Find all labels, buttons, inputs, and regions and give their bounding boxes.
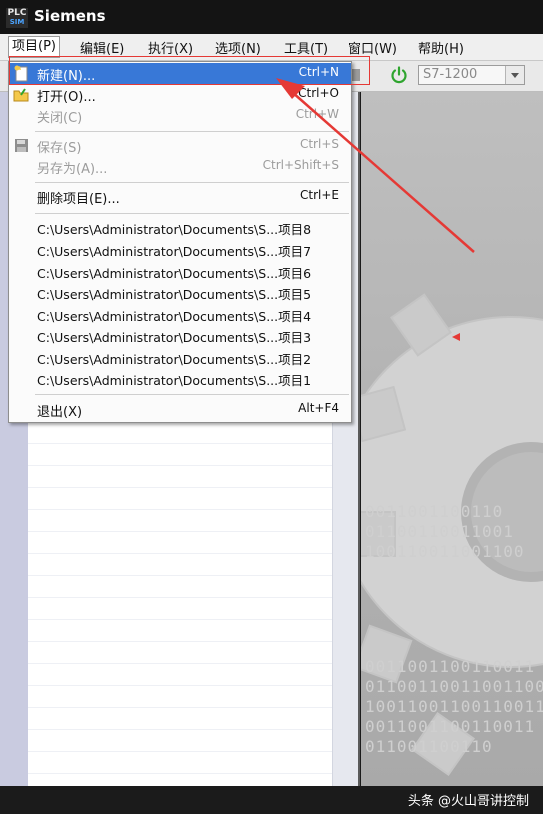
recent-project-path: C:\Users\Administrator\Documents\S...项目7 bbox=[37, 244, 312, 259]
cpu-type-select[interactable]: S7-1200 bbox=[418, 65, 525, 85]
watermark-text: 头条 @火山哥讲控制 bbox=[407, 794, 529, 809]
menu-item-open[interactable]: 打开(O)... Ctrl+O bbox=[9, 84, 351, 105]
menu-item-label: 关闭(C) bbox=[37, 111, 83, 126]
menu-item-label: 保存(S) bbox=[37, 141, 82, 156]
recent-project-path: C:\Users\Administrator\Documents\S...项目1 bbox=[37, 373, 312, 388]
app-title: Siemens bbox=[34, 7, 106, 25]
logo-text-bottom: SIM bbox=[9, 18, 25, 26]
recent-project-item[interactable]: C:\Users\Administrator\Documents\S...项目3 bbox=[9, 325, 351, 346]
recent-project-path: C:\Users\Administrator\Documents\S...项目3 bbox=[37, 330, 312, 345]
binary-text: 0011001100110011 bbox=[365, 657, 536, 676]
recent-project-path: C:\Users\Administrator\Documents\S...项目2 bbox=[37, 352, 312, 367]
menu-project[interactable]: 项目(P) bbox=[8, 36, 60, 58]
menu-item-save[interactable]: 保存(S) Ctrl+S bbox=[9, 135, 351, 156]
menu-separator bbox=[35, 394, 349, 395]
recent-project-item[interactable]: C:\Users\Administrator\Documents\S...项目4 bbox=[9, 304, 351, 325]
menu-separator bbox=[35, 131, 349, 132]
power-icon[interactable] bbox=[390, 66, 408, 84]
recent-project-path: C:\Users\Administrator\Documents\S...项目4 bbox=[37, 309, 312, 324]
binary-text: 011001100110 bbox=[365, 737, 493, 756]
menu-separator bbox=[35, 213, 349, 214]
menu-window[interactable]: 窗口(W) bbox=[348, 38, 397, 57]
recent-project-item[interactable]: C:\Users\Administrator\Documents\S...项目6 bbox=[9, 261, 351, 282]
title-bar: PLC SIM Siemens bbox=[0, 0, 543, 34]
binary-text: 100110011001100 bbox=[365, 542, 525, 561]
open-folder-icon bbox=[13, 88, 29, 102]
annotation-highlight-box bbox=[9, 56, 370, 85]
menu-item-close[interactable]: 关闭(C) Ctrl+W bbox=[9, 105, 351, 126]
menu-item-delete-project[interactable]: 删除项目(E)... Ctrl+E bbox=[9, 186, 351, 207]
recent-project-item[interactable]: C:\Users\Administrator\Documents\S...项目7 bbox=[9, 239, 351, 260]
binary-text: 10011001100110011 bbox=[365, 697, 543, 716]
recent-project-item[interactable]: C:\Users\Administrator\Documents\S...项目5 bbox=[9, 282, 351, 303]
menu-run[interactable]: 执行(X) bbox=[148, 38, 193, 57]
bottom-bar: 头条 @火山哥讲控制 bbox=[0, 786, 543, 814]
project-menu-dropdown: 新建(N)... Ctrl+N 打开(O)... Ctrl+O 关闭(C) Ct… bbox=[8, 61, 352, 423]
recent-project-item[interactable]: C:\Users\Administrator\Documents\S...项目2 bbox=[9, 347, 351, 368]
menu-tools[interactable]: 工具(T) bbox=[284, 38, 328, 57]
menu-item-shortcut: Ctrl+W bbox=[295, 107, 339, 121]
menu-help[interactable]: 帮助(H) bbox=[418, 38, 464, 57]
menu-options[interactable]: 选项(N) bbox=[215, 38, 261, 57]
menu-item-label: 另存为(A)... bbox=[37, 162, 108, 177]
chevron-down-icon[interactable] bbox=[505, 66, 524, 84]
cpu-type-value: S7-1200 bbox=[423, 67, 478, 82]
menu-item-save-as[interactable]: 另存为(A)... Ctrl+Shift+S bbox=[9, 156, 351, 177]
workspace-background: 0011001100110 01100110011001 10011001100… bbox=[361, 92, 543, 786]
menu-edit[interactable]: 编辑(E) bbox=[80, 38, 124, 57]
recent-project-item[interactable]: C:\Users\Administrator\Documents\S...项目1 bbox=[9, 368, 351, 389]
binary-text: 0011001100110011 bbox=[365, 717, 536, 736]
menu-item-shortcut: Ctrl+E bbox=[300, 188, 339, 202]
recent-project-path: C:\Users\Administrator\Documents\S...项目6 bbox=[37, 266, 312, 281]
binary-text: 0011001100110 bbox=[365, 502, 504, 521]
menu-item-exit[interactable]: 退出(X) Alt+F4 bbox=[9, 399, 351, 420]
menu-item-shortcut: Alt+F4 bbox=[298, 401, 339, 415]
recent-project-item[interactable]: C:\Users\Administrator\Documents\S...项目8 bbox=[9, 217, 351, 238]
logo-text-top: PLC bbox=[7, 8, 27, 18]
menu-item-label: 退出(X) bbox=[37, 405, 83, 420]
menu-item-label: 删除项目(E)... bbox=[37, 192, 120, 207]
menu-item-shortcut: Ctrl+O bbox=[298, 86, 339, 100]
recent-project-path: C:\Users\Administrator\Documents\S...项目5 bbox=[37, 287, 312, 302]
menu-item-shortcut: Ctrl+S bbox=[299, 137, 339, 151]
menu-item-shortcut: Ctrl+Shift+S bbox=[262, 158, 339, 172]
menu-separator bbox=[35, 182, 349, 183]
save-disk-icon bbox=[15, 139, 28, 152]
menu-item-label: 打开(O)... bbox=[37, 90, 96, 105]
recent-project-path: C:\Users\Administrator\Documents\S...项目8 bbox=[37, 222, 312, 237]
binary-text: 01100110011001 bbox=[365, 522, 514, 541]
binary-text: 01100110011001100 bbox=[365, 677, 543, 696]
plcsim-logo-icon: PLC SIM bbox=[6, 8, 28, 28]
